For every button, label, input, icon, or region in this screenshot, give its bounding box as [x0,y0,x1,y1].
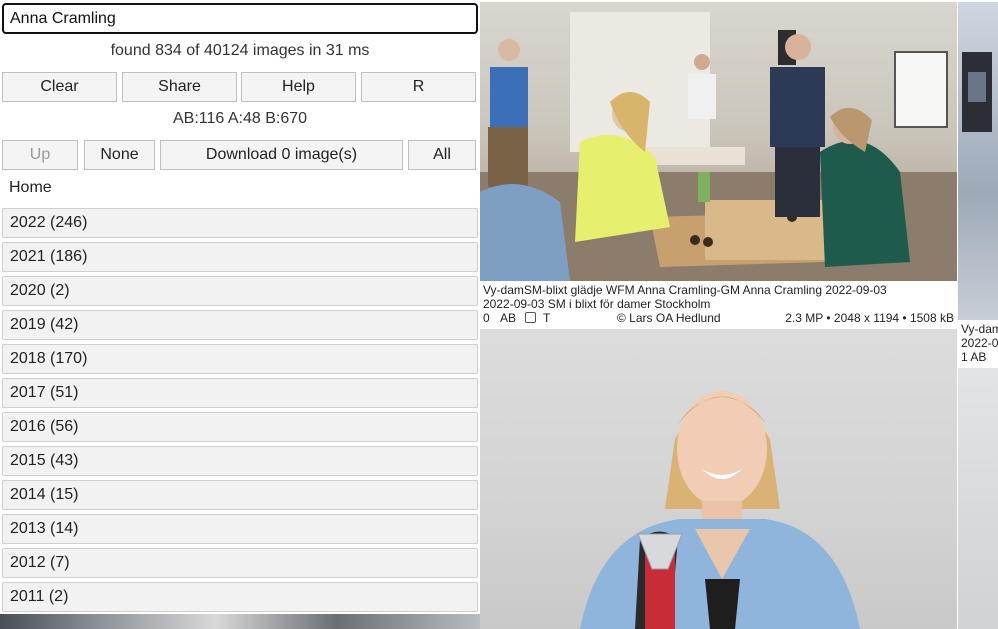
r-button[interactable]: R [361,72,476,102]
image-card-partial: Vy-dam 2022-0 1 AB [958,0,998,629]
image-copyright: © Lars OA Hedlund [617,311,721,325]
search-input[interactable] [2,3,478,34]
year-folder-2021[interactable]: 2021 (186) [2,242,478,272]
year-folder-2019[interactable]: 2019 (42) [2,310,478,340]
breadcrumb-home[interactable]: Home [9,179,52,197]
download-button[interactable]: Download 0 image(s) [160,140,403,170]
year-folder-2016[interactable]: 2016 (56) [2,412,478,442]
year-folder-2020[interactable]: 2020 (2) [2,276,478,306]
photo-partial[interactable] [958,368,998,629]
image-meta-row: 1 AB [961,350,987,364]
photo-illustration [480,12,957,281]
image-size-info: 2.3 MP • 2048 x 1194 • 1508 kB [785,311,954,325]
sidebar-panel: found 834 of 40124 images in 31 ms Clear… [0,0,480,629]
image-caption-event: 2022-09-03 SM i blixt för damer Stockhol… [483,297,711,311]
help-button[interactable]: Help [241,72,356,102]
photo-illustration [580,391,860,629]
image-category-tag: AB [500,311,517,325]
year-folder-2014[interactable]: 2014 (15) [2,480,478,510]
share-button[interactable]: Share [122,72,237,102]
image-caption-event: 2022-0 [961,336,998,350]
category-counts: AB:116 A:48 B:670 [172,110,308,127]
image-caption-title: Vy-damSM-blixt glädje WFM Anna Cramling-… [483,283,887,297]
up-button[interactable]: Up [2,140,78,170]
search-result-status: found 834 of 40124 images in 31 ms [110,42,370,59]
thumbnail-strip [0,614,480,629]
year-folder-2012[interactable]: 2012 (7) [2,548,478,578]
clear-button[interactable]: Clear [2,72,117,102]
image-t-tag: T [543,311,551,325]
photo-illustration [962,52,992,132]
year-folder-2017[interactable]: 2017 (51) [2,378,478,408]
image-index: 0 [483,311,490,325]
year-folder-2022[interactable]: 2022 (246) [2,208,478,238]
image-gallery: Vy-damSM-blixt glädje WFM Anna Cramling-… [480,0,998,629]
image-card [480,329,957,629]
image-meta-row: 0 AB T © Lars OA Hedlund 2.3 MP • 2048 x… [483,311,954,325]
image-caption-title: Vy-dam [961,322,998,336]
year-folder-2011[interactable]: 2011 (2) [2,582,478,612]
year-folder-2013[interactable]: 2013 (14) [2,514,478,544]
year-folder-2018[interactable]: 2018 (170) [2,344,478,374]
select-none-button[interactable]: None [84,140,155,170]
select-image-checkbox[interactable] [525,312,536,323]
photo-chess-match[interactable] [480,2,957,281]
photo-portrait-trophy[interactable] [480,329,957,629]
select-all-button[interactable]: All [408,140,476,170]
photo-partial[interactable] [958,2,998,320]
image-card: Vy-damSM-blixt glädje WFM Anna Cramling-… [480,0,957,327]
year-folder-2015[interactable]: 2015 (43) [2,446,478,476]
